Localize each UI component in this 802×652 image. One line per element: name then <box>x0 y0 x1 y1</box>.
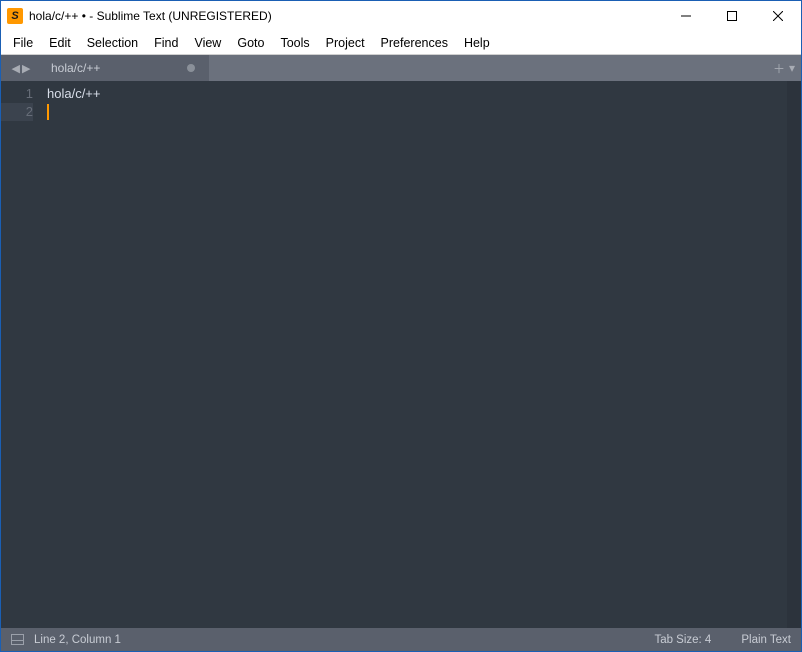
menu-help[interactable]: Help <box>456 34 498 52</box>
menu-goto[interactable]: Goto <box>229 34 272 52</box>
code-line: hola/c/++ <box>43 85 787 103</box>
syntax-mode[interactable]: Plain Text <box>741 634 791 646</box>
code-area[interactable]: hola/c/++ <box>43 81 787 628</box>
close-icon <box>773 11 783 21</box>
app-icon: S <box>7 8 23 24</box>
menubar: File Edit Selection Find View Goto Tools… <box>1 31 801 55</box>
close-button[interactable] <box>755 1 801 31</box>
titlebar-left: S hola/c/++ • - Sublime Text (UNREGISTER… <box>7 8 272 24</box>
menu-preferences[interactable]: Preferences <box>373 34 456 52</box>
tab-size[interactable]: Tab Size: 4 <box>654 634 711 646</box>
status-left: Line 2, Column 1 <box>11 634 121 646</box>
menu-edit[interactable]: Edit <box>41 34 79 52</box>
nav-forward-icon[interactable]: ▶ <box>22 62 30 75</box>
editor: 1 2 hola/c/++ <box>1 81 801 628</box>
line-number[interactable]: 2 <box>1 103 33 121</box>
maximize-button[interactable] <box>709 1 755 31</box>
menu-find[interactable]: Find <box>146 34 186 52</box>
window-title: hola/c/++ • - Sublime Text (UNREGISTERED… <box>29 9 272 23</box>
minimize-icon <box>681 11 691 21</box>
nav-back-icon[interactable]: ◀ <box>12 62 20 75</box>
panel-toggle-icon[interactable] <box>11 634 24 645</box>
dirty-indicator-icon <box>187 64 195 72</box>
statusbar: Line 2, Column 1 Tab Size: 4 Plain Text <box>1 628 801 651</box>
tab-active[interactable]: hola/c/++ <box>41 55 209 81</box>
menu-view[interactable]: View <box>186 34 229 52</box>
cursor-position[interactable]: Line 2, Column 1 <box>34 634 121 646</box>
window-controls <box>663 1 801 31</box>
titlebar: S hola/c/++ • - Sublime Text (UNREGISTER… <box>1 1 801 31</box>
menu-tools[interactable]: Tools <box>272 34 317 52</box>
status-right: Tab Size: 4 Plain Text <box>654 634 791 646</box>
maximize-icon <box>727 11 737 21</box>
tabbar-actions: ＋ ▾ <box>773 55 795 81</box>
tabbar: ◀ ▶ hola/c/++ ＋ ▾ <box>1 55 801 81</box>
code-line <box>43 103 787 121</box>
menu-file[interactable]: File <box>5 34 41 52</box>
new-tab-icon[interactable]: ＋ <box>773 60 785 77</box>
vertical-scrollbar[interactable] <box>787 81 801 628</box>
tab-dropdown-icon[interactable]: ▾ <box>789 61 795 75</box>
tab-history-nav: ◀ ▶ <box>1 55 41 81</box>
tab-label: hola/c/++ <box>51 61 100 75</box>
text-cursor <box>47 104 49 120</box>
line-number[interactable]: 1 <box>1 85 33 103</box>
menu-selection[interactable]: Selection <box>79 34 146 52</box>
minimize-button[interactable] <box>663 1 709 31</box>
gutter: 1 2 <box>1 81 43 628</box>
menu-project[interactable]: Project <box>318 34 373 52</box>
